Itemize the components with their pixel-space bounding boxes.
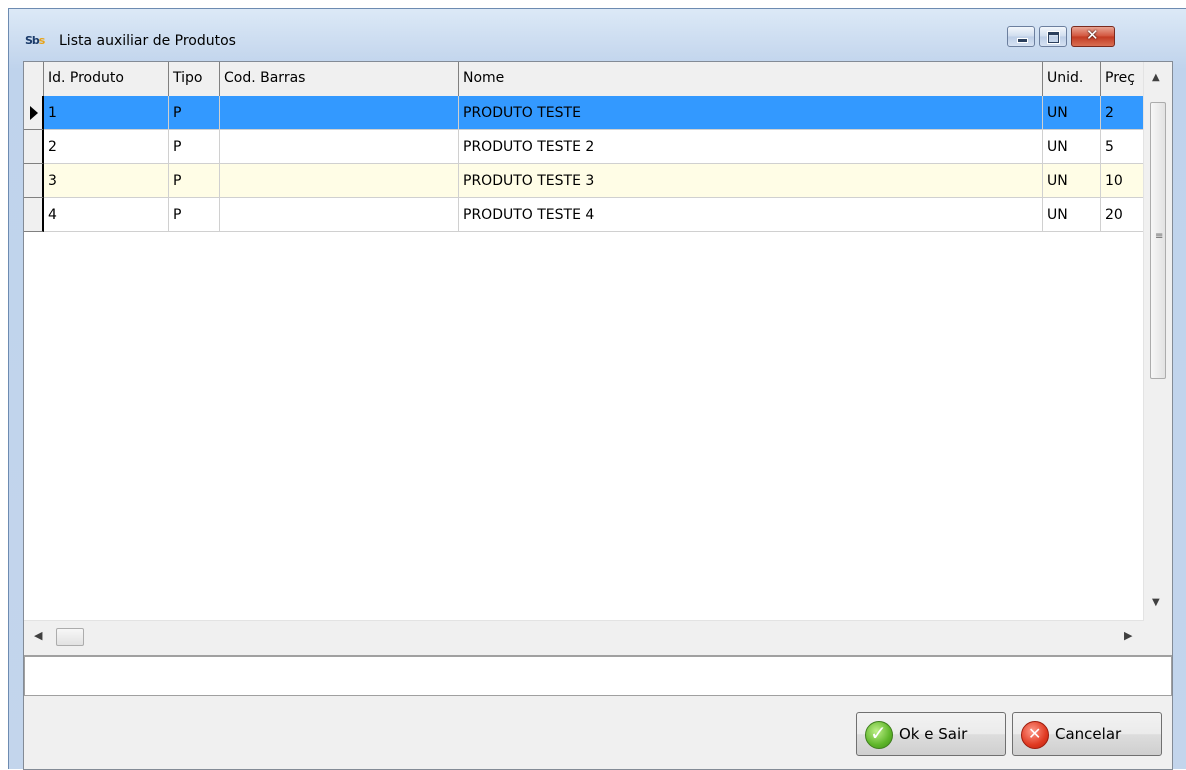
ok-button-label: Ok e Sair <box>899 725 968 743</box>
row-indicator[interactable] <box>24 164 44 198</box>
vertical-scrollbar[interactable]: ▲ ≡ ▼ <box>1143 62 1172 622</box>
ok-and-exit-button[interactable]: Ok e Sair <box>856 712 1006 756</box>
status-field <box>24 656 1172 696</box>
cell-id[interactable]: 2 <box>44 130 169 164</box>
app-logo-icon: Sbs <box>25 34 45 47</box>
cancel-icon <box>1021 721 1049 749</box>
window-title: Lista auxiliar de Produtos <box>59 33 236 49</box>
cell-id[interactable]: 4 <box>44 198 169 232</box>
grip-icon: ≡ <box>1155 231 1164 242</box>
cell-id[interactable]: 1 <box>44 96 169 130</box>
column-header-nome[interactable]: Nome <box>459 62 1043 96</box>
cell-nome[interactable]: PRODUTO TESTE 4 <box>459 198 1043 232</box>
row-indicator[interactable] <box>24 130 44 164</box>
row-indicator[interactable] <box>24 96 44 130</box>
row-indicator[interactable] <box>24 198 44 232</box>
table-row[interactable]: 1 P PRODUTO TESTE UN 2 <box>24 96 1144 130</box>
column-header-tipo[interactable]: Tipo <box>169 62 220 96</box>
scroll-left-icon[interactable]: ◀ <box>34 629 42 642</box>
cell-preco[interactable]: 20 <box>1101 198 1144 232</box>
scroll-down-icon[interactable]: ▼ <box>1152 597 1160 608</box>
cell-nome[interactable]: PRODUTO TESTE 2 <box>459 130 1043 164</box>
products-grid[interactable]: Id. Produto Tipo Cod. Barras Nome Unid. … <box>24 62 1172 656</box>
horizontal-scroll-thumb[interactable] <box>56 628 84 646</box>
cell-unid[interactable]: UN <box>1043 130 1101 164</box>
grid-header: Id. Produto Tipo Cod. Barras Nome Unid. … <box>24 62 1144 97</box>
cell-cod-barras[interactable] <box>220 96 459 130</box>
horizontal-scrollbar[interactable]: ◀ ▶ <box>24 620 1144 655</box>
cell-cod-barras[interactable] <box>220 130 459 164</box>
header-indicator <box>24 62 44 96</box>
cell-id[interactable]: 3 <box>44 164 169 198</box>
cell-tipo[interactable]: P <box>169 164 220 198</box>
cell-nome[interactable]: PRODUTO TESTE 3 <box>459 164 1043 198</box>
cell-unid[interactable]: UN <box>1043 164 1101 198</box>
cell-unid[interactable]: UN <box>1043 96 1101 130</box>
column-header-preco[interactable]: Preç <box>1101 62 1144 96</box>
cell-tipo[interactable]: P <box>169 96 220 130</box>
column-header-cod-barras[interactable]: Cod. Barras <box>220 62 459 96</box>
cell-unid[interactable]: UN <box>1043 198 1101 232</box>
column-header-id[interactable]: Id. Produto <box>44 62 169 96</box>
scroll-right-icon[interactable]: ▶ <box>1124 629 1132 642</box>
table-row[interactable]: 3 P PRODUTO TESTE 3 UN 10 <box>24 164 1144 198</box>
cell-tipo[interactable]: P <box>169 130 220 164</box>
dialog-body: Id. Produto Tipo Cod. Barras Nome Unid. … <box>23 61 1173 770</box>
table-row[interactable]: 2 P PRODUTO TESTE 2 UN 5 <box>24 130 1144 164</box>
check-icon <box>865 721 893 749</box>
maximize-button[interactable] <box>1039 26 1067 47</box>
table-row[interactable]: 4 P PRODUTO TESTE 4 UN 20 <box>24 198 1144 232</box>
title-bar[interactable]: Sbs Lista auxiliar de Produtos ✕ <box>9 9 1186 59</box>
dialog-window: Sbs Lista auxiliar de Produtos ✕ Id. Pro… <box>8 8 1186 770</box>
cancel-button[interactable]: Cancelar <box>1012 712 1162 756</box>
cell-preco[interactable]: 2 <box>1101 96 1144 130</box>
cell-preco[interactable]: 5 <box>1101 130 1144 164</box>
column-header-unid[interactable]: Unid. <box>1043 62 1101 96</box>
scroll-up-icon[interactable]: ▲ <box>1152 72 1160 83</box>
cell-cod-barras[interactable] <box>220 164 459 198</box>
current-row-icon <box>30 106 38 120</box>
close-button[interactable]: ✕ <box>1071 26 1115 47</box>
maximize-icon <box>1048 32 1059 43</box>
minimize-button[interactable] <box>1007 26 1035 47</box>
vertical-scroll-thumb[interactable]: ≡ <box>1150 102 1166 379</box>
scrollbar-corner <box>1144 621 1172 655</box>
cell-preco[interactable]: 10 <box>1101 164 1144 198</box>
cancel-button-label: Cancelar <box>1055 725 1122 743</box>
minimize-icon <box>1017 38 1028 43</box>
close-icon: ✕ <box>1086 26 1099 44</box>
cell-nome[interactable]: PRODUTO TESTE <box>459 96 1043 130</box>
cell-tipo[interactable]: P <box>169 198 220 232</box>
cell-cod-barras[interactable] <box>220 198 459 232</box>
